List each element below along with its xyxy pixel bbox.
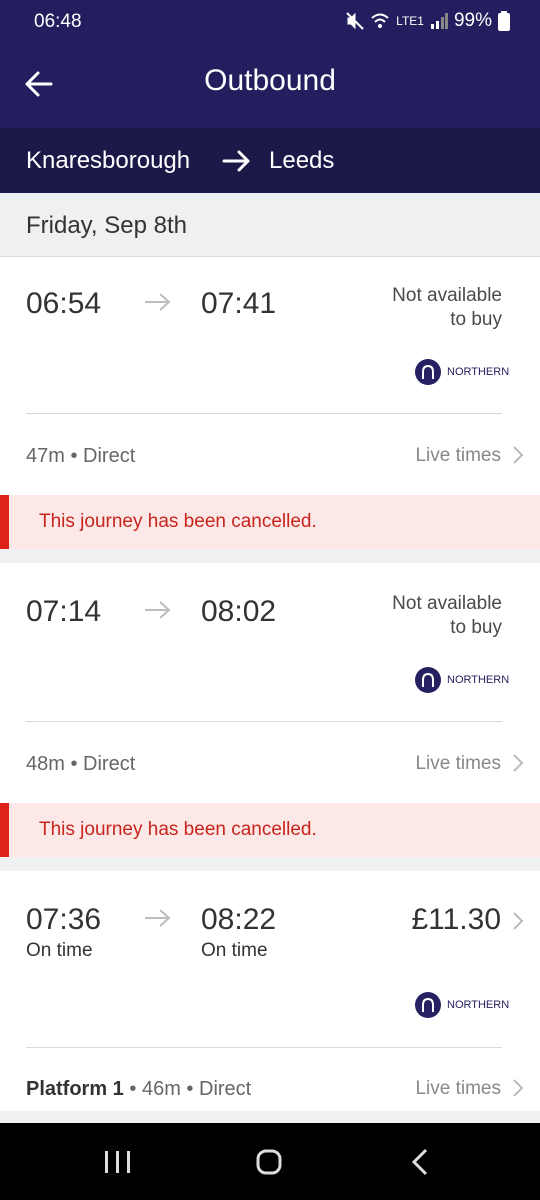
status-icons: LTE1 99% [346,10,510,32]
arrow-right-icon [145,909,171,927]
operator-logo: NORTHERN [415,667,509,693]
journey-type: Direct [83,753,136,775]
separator: • [129,1078,137,1100]
arrow-right-icon [222,150,250,172]
arrive-time: 08:02 [201,595,277,628]
alert-text: This journey has been cancelled. [39,511,317,532]
depart-time: 07:36 [26,903,102,936]
operator-name: NORTHERN [447,999,510,1011]
destination-station: Leeds [269,147,335,174]
live-times-link[interactable]: Live times [415,753,501,775]
northern-logo-icon [415,992,441,1018]
status-time: 06:48 [34,11,82,32]
operator-name: NORTHERN [447,366,510,378]
system-nav-bar [0,1123,540,1200]
depart-status: On time [26,940,93,961]
divider [26,1047,502,1048]
separator: • [70,445,78,467]
live-times-link[interactable]: Live times [415,1078,501,1100]
live-times-link[interactable]: Live times [415,445,501,467]
chevron-right-icon[interactable] [512,911,524,931]
duration: 48m [26,753,65,775]
operator-name: NORTHERN [447,674,510,686]
journey-meta: 47m • Direct [26,445,135,468]
cancellation-alert: This journey has been cancelled. [0,803,540,857]
availability-status: Not available to buy [392,592,502,640]
journey-card[interactable]: 07:36 On time 08:22 On time £11.30 NORTH… [0,871,540,1111]
depart-time: 06:54 [26,287,102,320]
journey-card[interactable]: 06:54 07:41 Not available to buy NORTHER… [0,257,540,549]
availability-line: Not available [392,285,502,306]
chevron-right-icon [513,754,524,772]
alert-bar [0,803,9,857]
status-bar: 06:48 LTE1 99% [0,0,540,44]
home-button[interactable] [249,1147,289,1177]
date-header: Friday, Sep 8th [0,193,540,257]
network-type: LTE1 [396,13,424,28]
mute-icon [346,12,364,30]
availability-status: Not available to buy [392,284,502,332]
duration: 46m [141,1078,181,1100]
northern-logo-icon [415,359,441,385]
journey-type: Direct [83,445,136,467]
availability-line: to buy [450,617,502,638]
separator: • [70,753,78,775]
operator-logo: NORTHERN [415,359,509,385]
battery-percent: 99% [453,10,492,31]
battery-icon [498,11,510,31]
journey-card[interactable]: 07:14 08:02 Not available to buy NORTHER… [0,563,540,857]
availability-line: Not available [392,593,502,614]
arrow-right-icon [145,601,171,619]
app-header: Outbound [0,44,540,128]
arrive-time: 08:22 [201,903,277,936]
journey-meta: 48m • Direct [26,753,135,776]
arrive-status: On time [201,940,268,961]
page-title: Outbound [204,64,336,97]
depart-time: 07:14 [26,595,102,628]
journey-meta: Platform 1 • 46m • Direct [26,1078,251,1101]
arrow-right-icon [145,293,171,311]
alert-text: This journey has been cancelled. [39,819,317,840]
recent-apps-button[interactable] [98,1147,138,1177]
chevron-right-icon [513,446,524,464]
fare-price: £11.30 [411,903,501,936]
cancellation-alert: This journey has been cancelled. [0,495,540,549]
operator-logo: NORTHERN [415,992,509,1018]
chevron-right-icon [513,1079,524,1097]
origin-station: Knaresborough [26,147,191,174]
wifi-icon [371,13,389,28]
alert-bar [0,495,9,549]
northern-logo-icon [415,667,441,693]
duration: 47m [26,445,65,467]
arrive-time: 07:41 [201,287,277,320]
signal-icon [430,13,448,29]
back-nav-button[interactable] [400,1147,440,1177]
separator: • [186,1078,194,1100]
divider [26,721,502,722]
route-bar: Knaresborough Leeds [0,128,540,193]
availability-line: to buy [450,309,502,330]
divider [26,413,502,414]
platform: Platform 1 [26,1078,124,1100]
journey-type: Direct [199,1078,252,1100]
journey-date: Friday, Sep 8th [26,212,187,239]
